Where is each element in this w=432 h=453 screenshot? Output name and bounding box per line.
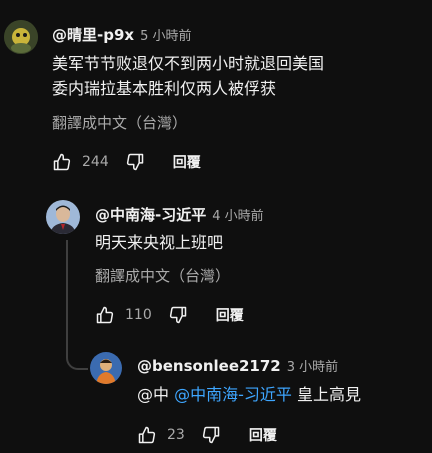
dislike-button[interactable] [125,152,145,172]
comment-actions: 110 回覆 [95,305,244,325]
like-button[interactable] [137,425,157,445]
comment-line: 美军节节败退仅不到两小时就退回美国 [52,54,325,73]
like-button[interactable] [95,305,115,325]
reply-button[interactable]: 回覆 [173,152,201,172]
timestamp[interactable]: 5 小時前 [140,29,191,44]
thumbs-up-icon [53,153,71,171]
thumbs-down-icon [169,306,186,324]
author-name[interactable]: @bensonlee2172 [137,357,281,375]
thumbs-down-icon [202,426,220,444]
like-count: 110 [125,307,152,323]
comment-header: @晴里-p9x 5 小時前 [52,24,191,45]
comment-actions: 244 回覆 [52,152,201,172]
reply-button[interactable]: 回覆 [249,425,277,445]
avatar[interactable] [46,200,80,234]
translate-link[interactable]: 翻譯成中文（台灣） [95,265,230,286]
comment-actions: 23 回覆 [137,425,277,445]
comment-text: @中 @中南海-习近平 皇上高見 [137,382,361,407]
comment-text: 明天来央视上班吧 [95,230,223,255]
comment-header: @bensonlee2172 3 小時前 [137,356,338,375]
timestamp[interactable]: 4 小時前 [212,209,263,224]
thumbs-up-icon [96,306,114,324]
comment-header: @中南海-习近平 4 小時前 [95,204,264,225]
thumbs-up-icon [138,426,156,444]
translate-link[interactable]: 翻譯成中文（台灣） [52,112,187,133]
like-count: 244 [82,154,109,170]
dislike-button[interactable] [168,305,188,325]
thumbs-down-icon [126,153,143,171]
timestamp[interactable]: 3 小時前 [287,360,338,375]
comment-line: 明天来央视上班吧 [95,233,224,252]
reply-button[interactable]: 回覆 [216,305,244,325]
mention-link[interactable]: @中南海-习近平 [174,385,292,404]
author-name[interactable]: @晴里-p9x [52,26,134,44]
like-count: 23 [167,427,185,443]
dislike-button[interactable] [201,425,221,445]
author-name[interactable]: @中南海-习近平 [95,206,206,224]
comment-line: 委内瑞拉基本胜利仅两人被俘获 [52,79,277,98]
like-button[interactable] [52,152,72,172]
avatar[interactable] [4,20,38,54]
comment-text: 美军节节败退仅不到两小时就退回美国 委内瑞拉基本胜利仅两人被俘获 [52,51,324,101]
comment-suffix: 皇上高見 [296,385,361,404]
comment-prefix: @中 [137,385,170,404]
thread-line [66,240,88,370]
avatar[interactable] [90,352,122,384]
